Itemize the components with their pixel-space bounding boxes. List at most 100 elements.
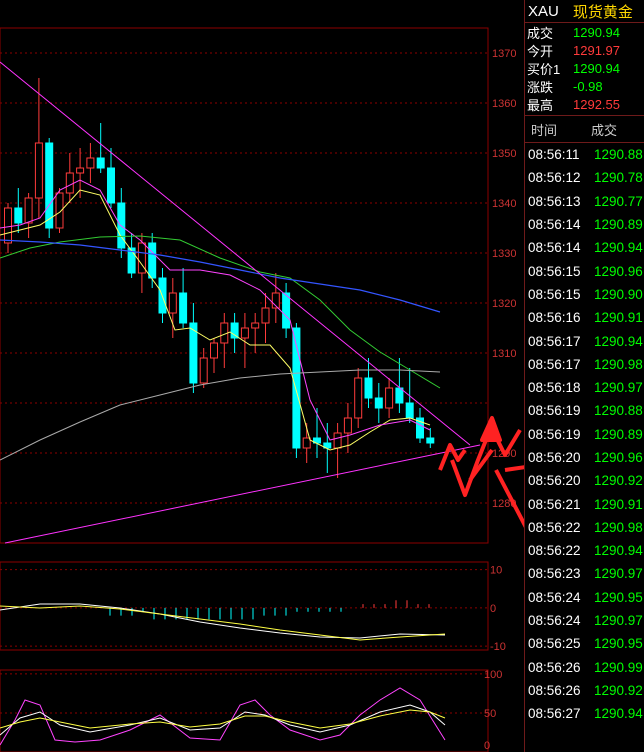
y-tick-label-1340: 1340	[492, 198, 516, 210]
tick-row: 08:56:20 1290.92	[525, 469, 644, 492]
quote-value: 1292.55	[573, 96, 620, 112]
candle-27	[282, 283, 291, 338]
candle-3	[34, 78, 43, 218]
macd-panel: 10 0 -10	[0, 565, 506, 653]
candle-25	[261, 293, 270, 343]
quote-row-1: 今开 1291.97	[525, 41, 644, 59]
tick-time: 08:56:16	[528, 310, 581, 326]
tick-row: 08:56:11 1290.88	[525, 143, 644, 166]
quote-label: 最高	[527, 97, 554, 113]
candle-36	[374, 383, 383, 423]
tick-price: 1290.94	[594, 240, 643, 256]
candle-body-23	[240, 327, 249, 339]
tick-time: 08:56:15	[528, 263, 581, 279]
candle-body-24	[251, 322, 260, 329]
candle-body-7	[76, 167, 85, 174]
tick-time: 08:56:24	[528, 589, 581, 605]
tick-time: 08:56:19	[528, 426, 581, 442]
kdj-y-tick-label-100: 100	[484, 669, 502, 681]
tick-price: 1290.94	[594, 543, 643, 559]
tick-time: 08:56:18	[528, 380, 581, 396]
macd-dea-line	[0, 605, 446, 641]
quote-row-3: 涨跌 -0.98	[525, 77, 644, 95]
tick-price: 1290.92	[594, 473, 643, 489]
quote-label: 今开	[527, 43, 554, 59]
tick-time: 08:56:26	[528, 682, 581, 698]
tick-row: 08:56:21 1290.91	[525, 492, 644, 515]
tick-row: 08:56:25 1290.95	[525, 632, 644, 655]
tick-row: 08:56:20 1290.96	[525, 446, 644, 469]
tick-price: 1290.89	[594, 217, 643, 233]
candle-body-20	[210, 342, 218, 359]
candle-body-0	[4, 207, 12, 244]
candle-grid	[0, 52, 488, 504]
candle-21	[220, 313, 229, 368]
tick-row: 08:56:17 1290.94	[525, 329, 644, 352]
tick-row: 08:56:14 1290.89	[525, 213, 644, 236]
candle-20	[210, 338, 218, 373]
candle-body-19	[199, 357, 208, 384]
quote-value: 1290.94	[573, 24, 620, 40]
candlestick-series	[4, 78, 435, 478]
candle-body-1	[14, 207, 23, 224]
tick-row: 08:56:12 1290.78	[525, 166, 644, 189]
instrument-name: 现货黄金	[572, 3, 633, 21]
y-tick-label-1370: 1370	[492, 48, 516, 60]
candle-body-32	[333, 432, 342, 449]
tick-list[interactable]: 08:56:11 1290.88 08:56:12 1290.78 08:56:13 12…	[525, 143, 644, 725]
candle-8	[86, 143, 95, 183]
ma-magenta	[0, 179, 431, 441]
kdj-y-tick-label-50: 50	[484, 708, 496, 720]
main-grid	[0, 27, 489, 752]
tick-price: 1290.90	[594, 286, 643, 302]
tick-price: 1290.98	[594, 356, 643, 372]
candle-body-36	[374, 397, 383, 409]
tick-time: 08:56:17	[528, 356, 581, 372]
candle-body-17	[179, 292, 188, 324]
panel-frame-0	[0, 27, 489, 544]
tick-time: 08:56:22	[528, 543, 581, 559]
uptrend-line	[4, 444, 481, 544]
tick-row: 08:56:22 1290.94	[525, 539, 644, 562]
tick-row: 08:56:13 1290.77	[525, 190, 644, 213]
candle-41	[426, 428, 435, 448]
candle-body-14	[148, 242, 157, 279]
chart-area: 137013601350134013301320131012901280 100…	[0, 27, 524, 752]
y-tick-label-1350: 1350	[492, 148, 516, 160]
moving-average-lines	[0, 179, 441, 461]
tick-row: 08:56:18 1290.97	[525, 376, 644, 399]
quote-value: 1290.94	[573, 60, 620, 76]
candle-6	[65, 153, 74, 203]
candle-body-6	[65, 172, 74, 194]
tick-time: 08:56:11	[528, 147, 580, 163]
kdj-k-line	[0, 704, 446, 736]
candle-18	[189, 303, 198, 393]
candle-2	[24, 193, 33, 238]
tick-time: 08:56:14	[528, 240, 581, 256]
tick-row: 08:56:26 1290.92	[525, 679, 644, 702]
tick-row: 08:56:15 1290.90	[525, 283, 644, 306]
ticks-header-time: 时间	[531, 122, 558, 138]
candle-12	[127, 233, 136, 278]
kdj-y-tick-label-0: 0	[484, 740, 490, 752]
macd-y-tick-label-10: 10	[490, 565, 502, 577]
tick-row: 08:56:24 1290.95	[525, 586, 644, 609]
candle-body-3	[34, 142, 43, 199]
tick-time: 08:56:14	[528, 217, 581, 233]
candle-body-25	[261, 307, 270, 324]
ma-yellow	[0, 189, 431, 451]
tick-price: 1290.77	[594, 193, 643, 209]
candle-body-8	[86, 157, 95, 169]
candle-19	[199, 348, 208, 388]
tick-time: 08:56:17	[528, 333, 581, 349]
tick-row: 08:56:23 1290.97	[525, 562, 644, 585]
tick-price: 1290.94	[594, 706, 643, 722]
quote-label: 买价1	[527, 61, 561, 77]
tick-time: 08:56:12	[528, 170, 581, 186]
tick-time: 08:56:20	[528, 473, 581, 489]
tick-price: 1290.92	[594, 682, 643, 698]
tick-price: 1290.78	[594, 170, 643, 186]
tick-time: 08:56:26	[528, 659, 581, 675]
tick-price: 1290.91	[594, 496, 643, 512]
y-tick-label-1320: 1320	[492, 298, 516, 310]
